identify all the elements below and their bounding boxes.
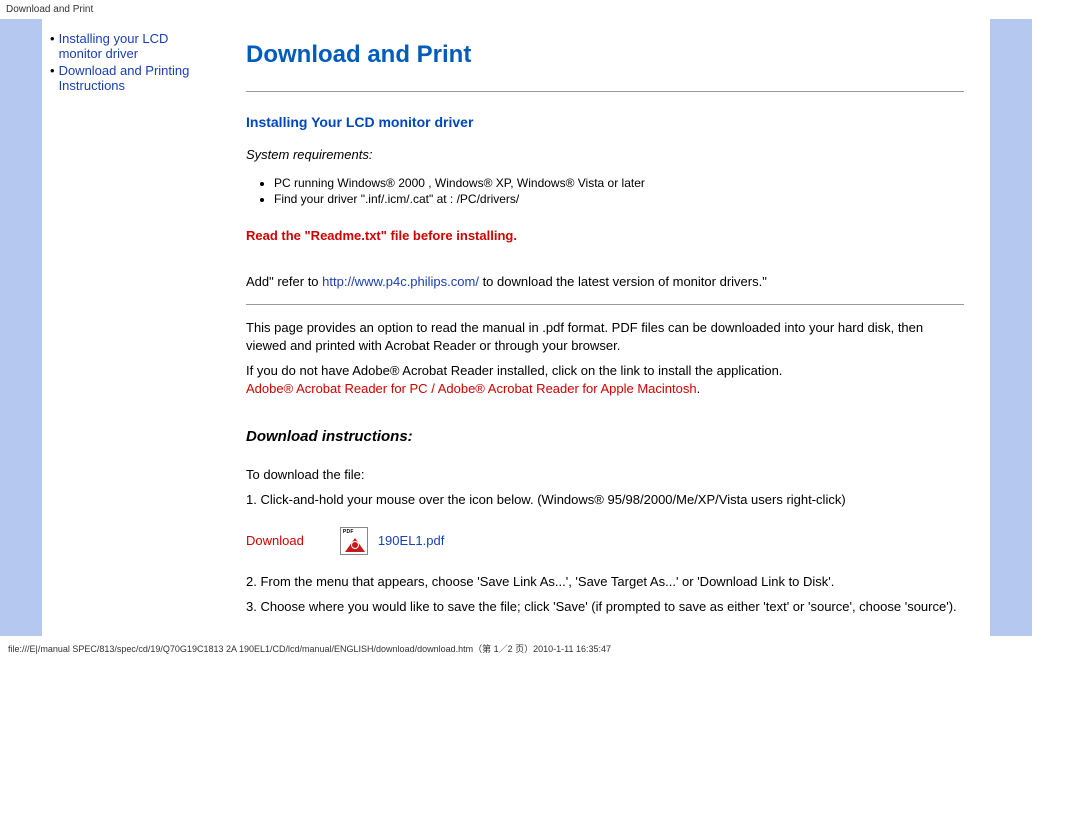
acrobat-mac-link[interactable]: Adobe® Acrobat Reader for Apple Macintos… [438,381,697,396]
divider [246,91,964,92]
download-instructions-heading: Download instructions: [246,427,964,447]
readme-warning: Read the "Readme.txt" file before instal… [246,228,964,243]
download-row: Download 190EL1.pdf [246,527,964,555]
page-title: Download and Print [246,41,964,69]
to-download-line: To download the file: [246,466,964,484]
step-2: 2. From the menu that appears, choose 'S… [246,573,964,591]
divider [246,304,964,305]
sidebar-item-install-driver[interactable]: • Installing your LCD monitor driver [50,31,210,61]
list-item: Find your driver ".inf/.icm/.cat" at : /… [274,192,964,206]
step-3: 3. Choose where you would like to save t… [246,598,964,616]
section-install-heading: Installing Your LCD monitor driver [246,114,964,130]
bullet-icon: • [50,63,55,78]
download-label: Download [246,533,304,548]
text-fragment: to download the latest version of monito… [479,274,767,289]
add-refer-paragraph: Add" refer to http://www.p4c.philips.com… [246,273,964,291]
requirements-list: PC running Windows® 2000 , Windows® XP, … [274,176,964,206]
window-title: Download and Print [0,0,1080,19]
text-fragment: / [428,381,438,396]
footer-file-path: file:///E|/manual SPEC/813/spec/cd/19/Q7… [0,636,1080,661]
bullet-icon: • [50,31,55,46]
main-content: Download and Print Installing Your LCD m… [220,19,990,636]
page-body: • Installing your LCD monitor driver • D… [0,19,1080,636]
list-item: PC running Windows® 2000 , Windows® XP, … [274,176,964,190]
left-margin-bar [0,19,42,636]
pdf-icon[interactable] [340,527,368,555]
acrobat-paragraph: If you do not have Adobe® Acrobat Reader… [246,362,964,397]
step-1: 1. Click-and-hold your mouse over the ic… [246,491,964,509]
system-requirements-label: System requirements: [246,146,964,164]
sidebar-link-download[interactable]: Download and Printing Instructions [59,63,210,93]
pdf-file-link[interactable]: 190EL1.pdf [378,533,445,548]
sidebar-item-download-print[interactable]: • Download and Printing Instructions [50,63,210,93]
text-fragment: If you do not have Adobe® Acrobat Reader… [246,363,782,378]
sidebar-nav: • Installing your LCD monitor driver • D… [42,19,220,636]
text-fragment: Add" refer to [246,274,322,289]
text-fragment: . [697,381,701,396]
sidebar-link-install[interactable]: Installing your LCD monitor driver [59,31,210,61]
acrobat-pc-link[interactable]: Adobe® Acrobat Reader for PC [246,381,428,396]
pdf-intro-paragraph: This page provides an option to read the… [246,319,964,354]
philips-link[interactable]: http://www.p4c.philips.com/ [322,274,479,289]
right-margin-bar [990,19,1032,636]
